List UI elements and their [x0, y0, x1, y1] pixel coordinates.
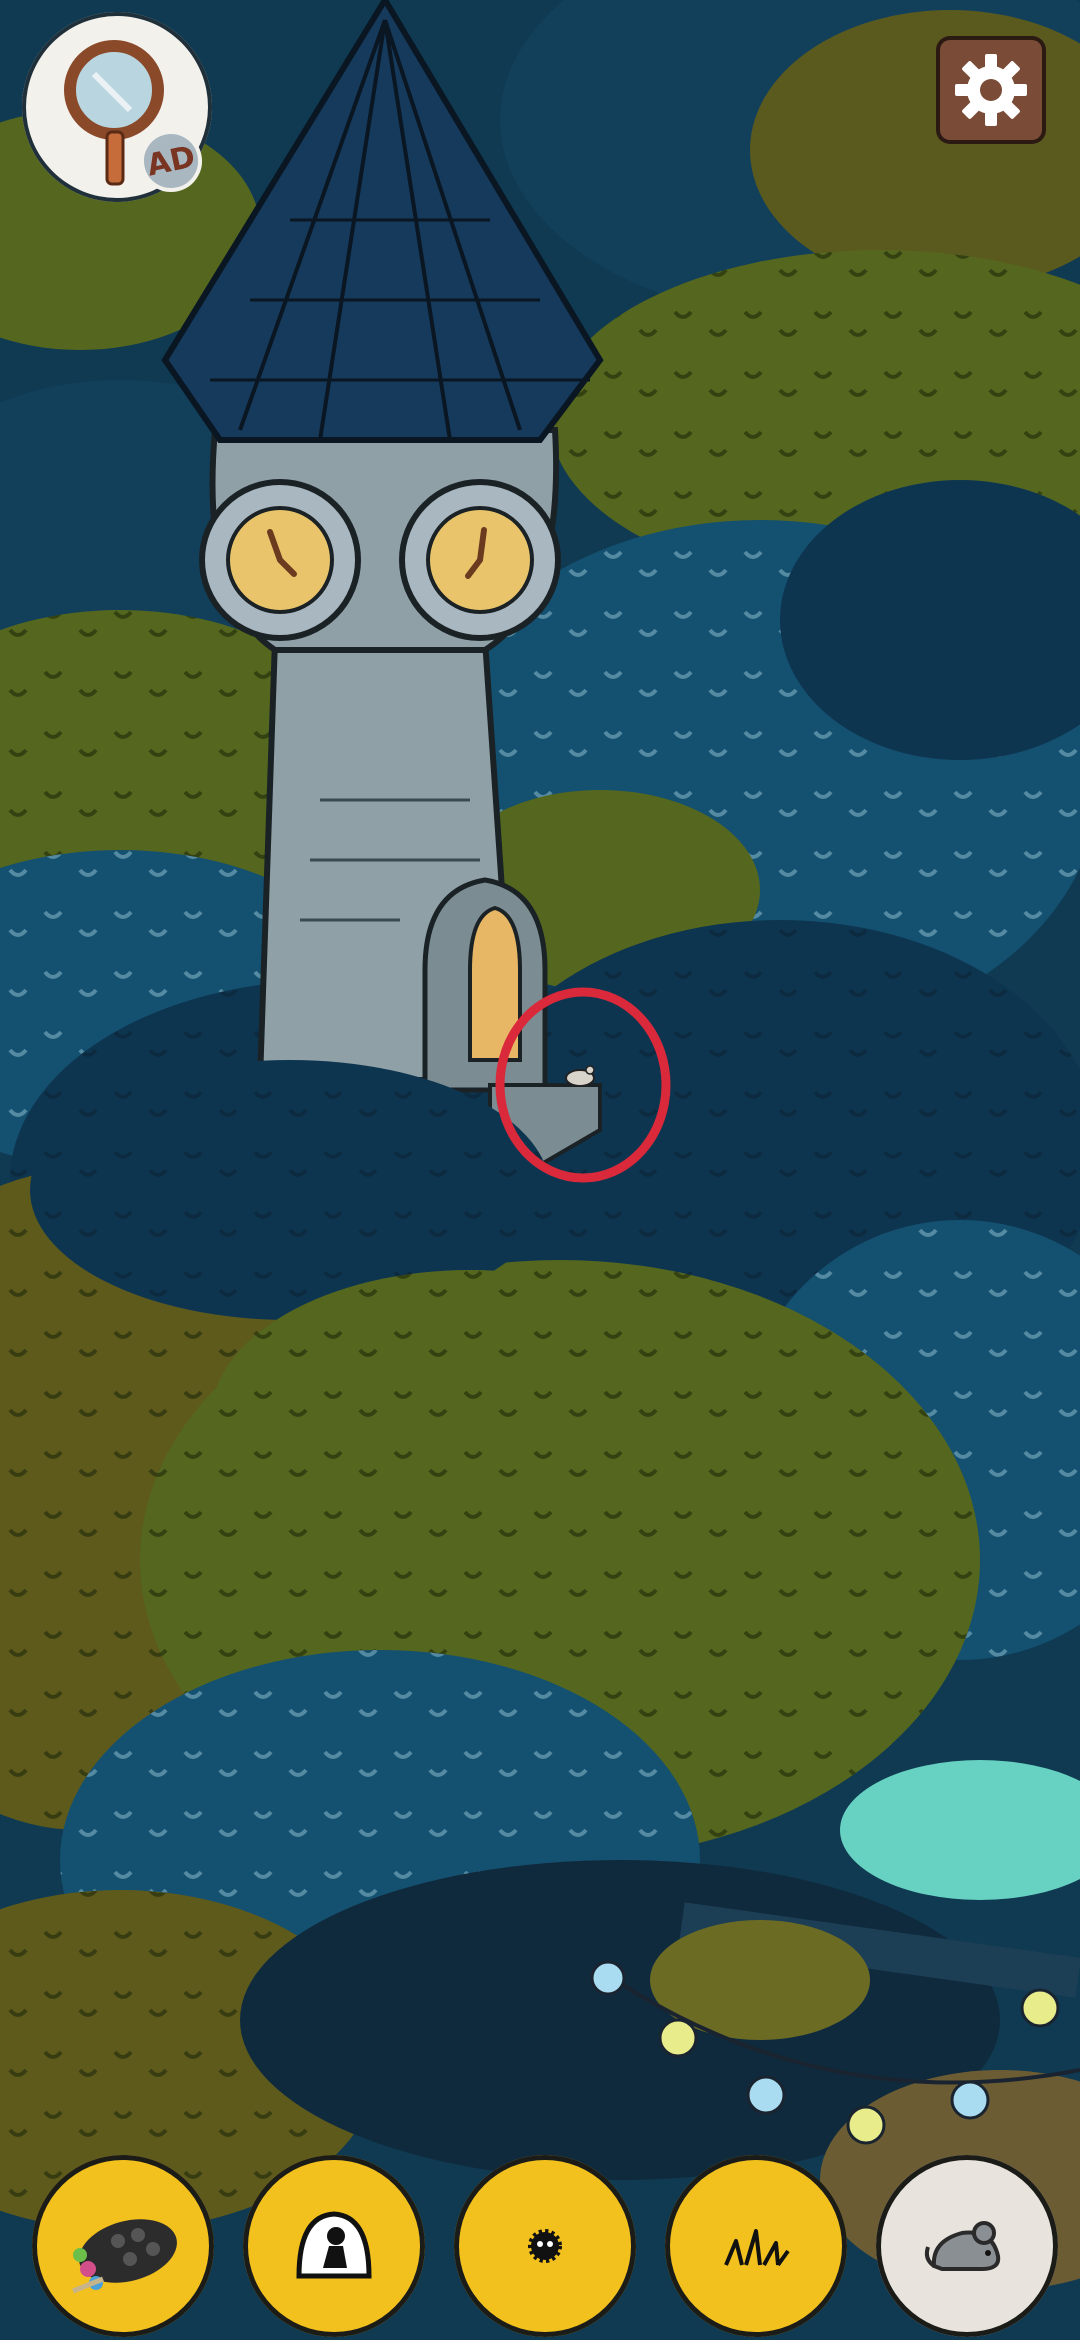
game-scene[interactable] — [0, 0, 1080, 2340]
grass-icon — [724, 2229, 790, 2267]
soot-sprite-icon — [528, 2229, 562, 2263]
hint-button[interactable]: AD — [22, 12, 212, 202]
category-toolbar — [0, 2145, 1080, 2340]
mouse-icon — [924, 2221, 1001, 2271]
gear-icon — [955, 54, 1027, 126]
mouse-category-button[interactable] — [876, 2155, 1058, 2337]
silhouette-category-button[interactable] — [243, 2155, 425, 2337]
palette-icon — [72, 2219, 177, 2294]
soot-category-button[interactable] — [454, 2155, 636, 2337]
grass-category-button[interactable] — [665, 2155, 847, 2337]
silhouette-icon — [296, 2211, 372, 2279]
settings-button[interactable] — [936, 36, 1046, 144]
palette-category-button[interactable] — [32, 2155, 214, 2337]
